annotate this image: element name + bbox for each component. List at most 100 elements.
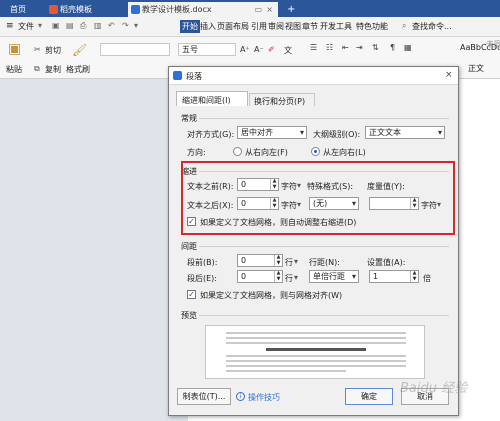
space-before-value: 0 bbox=[241, 256, 247, 265]
grid-align-label[interactable]: 如果定义了文档网格，则与网格对齐(W) bbox=[200, 290, 342, 301]
sort-icon[interactable]: ⇅ bbox=[372, 43, 379, 52]
clear-format-icon[interactable]: ✐ bbox=[268, 45, 275, 54]
rtl-label[interactable]: 从右向左(F) bbox=[245, 147, 288, 158]
phonetic-icon[interactable]: 文 bbox=[284, 45, 292, 56]
menu-chapter[interactable]: 章节 bbox=[302, 21, 318, 32]
table-icon[interactable]: ▦ bbox=[404, 43, 412, 52]
setting-value-spinner[interactable]: ▲ ▼ bbox=[410, 271, 418, 282]
folder-icon[interactable]: ▣ bbox=[52, 21, 60, 30]
ltr-label[interactable]: 从左向右(L) bbox=[323, 147, 366, 158]
space-before-unit[interactable]: 行 bbox=[285, 257, 293, 268]
outdent-icon[interactable]: ⇤ bbox=[342, 43, 349, 52]
dialog-title: 段落 bbox=[186, 72, 202, 81]
ltr-radio[interactable] bbox=[311, 147, 320, 156]
alignment-value: 居中对齐 bbox=[241, 128, 273, 137]
indent-icon[interactable]: ⇥ bbox=[356, 43, 363, 52]
ok-button[interactable]: 确定 bbox=[345, 388, 393, 405]
cut-button[interactable]: 剪切 bbox=[45, 45, 61, 56]
menu-start[interactable]: 开始 bbox=[180, 20, 200, 33]
format-painter-button[interactable]: 格式刷 bbox=[66, 64, 90, 75]
new-tab-icon[interactable]: + bbox=[284, 2, 298, 17]
preview-icon[interactable]: ▥ bbox=[94, 21, 102, 30]
copy-button[interactable]: 复制 bbox=[45, 64, 61, 75]
help-icon[interactable]: i bbox=[236, 392, 245, 401]
menu-review[interactable]: 审阅 bbox=[268, 21, 284, 32]
font-name-select[interactable] bbox=[100, 43, 170, 56]
chevron-down-icon[interactable]: ▾ bbox=[38, 21, 42, 30]
close-icon[interactable]: × bbox=[445, 70, 453, 80]
tips-link[interactable]: 操作技巧 bbox=[248, 392, 280, 403]
tab-line-page-break[interactable]: 换行和分页(P) bbox=[249, 93, 315, 106]
undo-icon[interactable]: ↶ bbox=[108, 21, 115, 30]
tabs-button-label: 制表位(T)... bbox=[182, 392, 226, 401]
paste-button[interactable]: 粘贴 bbox=[6, 64, 22, 75]
clipboard-icon[interactable]: ▣ bbox=[8, 41, 21, 57]
tab-line-page-break-label: 换行和分页(P) bbox=[254, 97, 306, 106]
space-after-spinner[interactable]: ▲ ▼ bbox=[274, 271, 282, 282]
space-before-input[interactable]: 0 ▲ ▼ bbox=[237, 254, 283, 267]
preview-line bbox=[226, 337, 406, 339]
save-icon[interactable]: ▤ bbox=[66, 21, 74, 30]
font-size-select[interactable]: 五号 bbox=[178, 43, 236, 56]
direction-label: 方向: bbox=[187, 148, 206, 157]
search-command[interactable]: 查找命令... bbox=[412, 21, 452, 32]
tab-home[interactable]: 首页 bbox=[2, 2, 42, 17]
preview-line bbox=[226, 332, 406, 334]
style-label: 正文 bbox=[468, 64, 484, 73]
ribbon-extra: 未同 bbox=[486, 40, 500, 49]
tab-indent-spacing-label: 缩进和间距(I) bbox=[182, 96, 231, 105]
redo-icon[interactable]: ↷ bbox=[122, 21, 129, 30]
outline-level-select[interactable]: 正文文本 bbox=[365, 126, 445, 139]
menu-file[interactable]: 文件 bbox=[18, 21, 34, 32]
close-tab-icon[interactable]: × bbox=[266, 2, 273, 17]
tabs-button[interactable]: 制表位(T)... bbox=[177, 388, 231, 405]
print-icon[interactable]: ⎙ bbox=[80, 21, 86, 31]
menu-layout[interactable]: 页面布局 bbox=[217, 21, 249, 32]
menu-developer[interactable]: 开发工具 bbox=[320, 21, 352, 32]
setting-value-input[interactable]: 1 ▲ ▼ bbox=[369, 270, 419, 283]
space-after-input[interactable]: 0 ▲ ▼ bbox=[237, 270, 283, 283]
menu-view[interactable]: 视图 bbox=[285, 21, 301, 32]
menu-insert[interactable]: 插入 bbox=[200, 21, 216, 32]
space-before-label: 段前(B): bbox=[187, 258, 218, 267]
divider bbox=[199, 118, 449, 119]
bullet-list-icon[interactable]: ☰ bbox=[310, 43, 317, 52]
monitor-icon[interactable]: ▭ bbox=[254, 2, 262, 17]
format-painter-icon: 🖌 bbox=[72, 43, 88, 57]
setting-value-label: 设置值(A): bbox=[367, 258, 406, 267]
numbered-list-icon[interactable]: ☷ bbox=[326, 43, 333, 52]
preview-line bbox=[226, 365, 406, 367]
tab-document[interactable]: 教学设计模板.docx ▭ × bbox=[128, 2, 278, 17]
search-icon: ⌕ bbox=[402, 21, 407, 30]
quick-access-chevron-icon[interactable]: ▾ bbox=[134, 21, 138, 30]
menu-reference[interactable]: 引用 bbox=[251, 21, 267, 32]
space-after-unit[interactable]: 行 bbox=[285, 273, 293, 284]
increase-font-icon[interactable]: A⁺ bbox=[240, 45, 250, 54]
decrease-font-icon[interactable]: A⁻ bbox=[254, 45, 264, 54]
watermark: Baidu 经验 bbox=[400, 381, 468, 396]
preview-line bbox=[226, 370, 346, 372]
menu-bar: ≡ 文件 ▾ ▣ ▤ ⎙ ▥ ↶ ↷ ▾ 开始 插入 页面布局 引用 审阅 视图… bbox=[0, 17, 500, 37]
divider bbox=[199, 246, 449, 247]
tab-bar: 首页 稻壳模板 教学设计模板.docx ▭ × + bbox=[0, 0, 500, 17]
show-marks-icon[interactable]: ¶ bbox=[390, 43, 395, 52]
menu-special[interactable]: 特色功能 bbox=[356, 21, 388, 32]
tab-template[interactable]: 稻壳模板 bbox=[46, 2, 124, 17]
line-spacing-select[interactable]: 单倍行距 bbox=[309, 270, 359, 283]
space-before-spinner[interactable]: ▲ ▼ bbox=[274, 255, 282, 266]
preview-current-line bbox=[266, 348, 366, 351]
rtl-radio[interactable] bbox=[233, 147, 242, 156]
copy-icon: ⧉ bbox=[34, 64, 40, 73]
grid-align-checkbox[interactable]: ✓ bbox=[187, 290, 196, 299]
alignment-select[interactable]: 居中对齐 bbox=[237, 126, 307, 139]
tab-indent-spacing[interactable]: 缩进和间距(I) bbox=[176, 91, 248, 106]
general-section-title: 常规 bbox=[181, 114, 197, 123]
unit-chevron-icon[interactable]: ▾ bbox=[294, 257, 298, 266]
spacing-section-title: 间距 bbox=[181, 242, 197, 251]
menu-hamburger-icon[interactable]: ≡ bbox=[6, 21, 14, 31]
unit-chevron-icon[interactable]: ▾ bbox=[294, 273, 298, 282]
setting-value: 1 bbox=[373, 272, 379, 281]
word-doc-icon bbox=[173, 71, 182, 80]
font-size-value: 五号 bbox=[182, 45, 198, 54]
line-spacing-value: 单倍行距 bbox=[313, 272, 345, 281]
